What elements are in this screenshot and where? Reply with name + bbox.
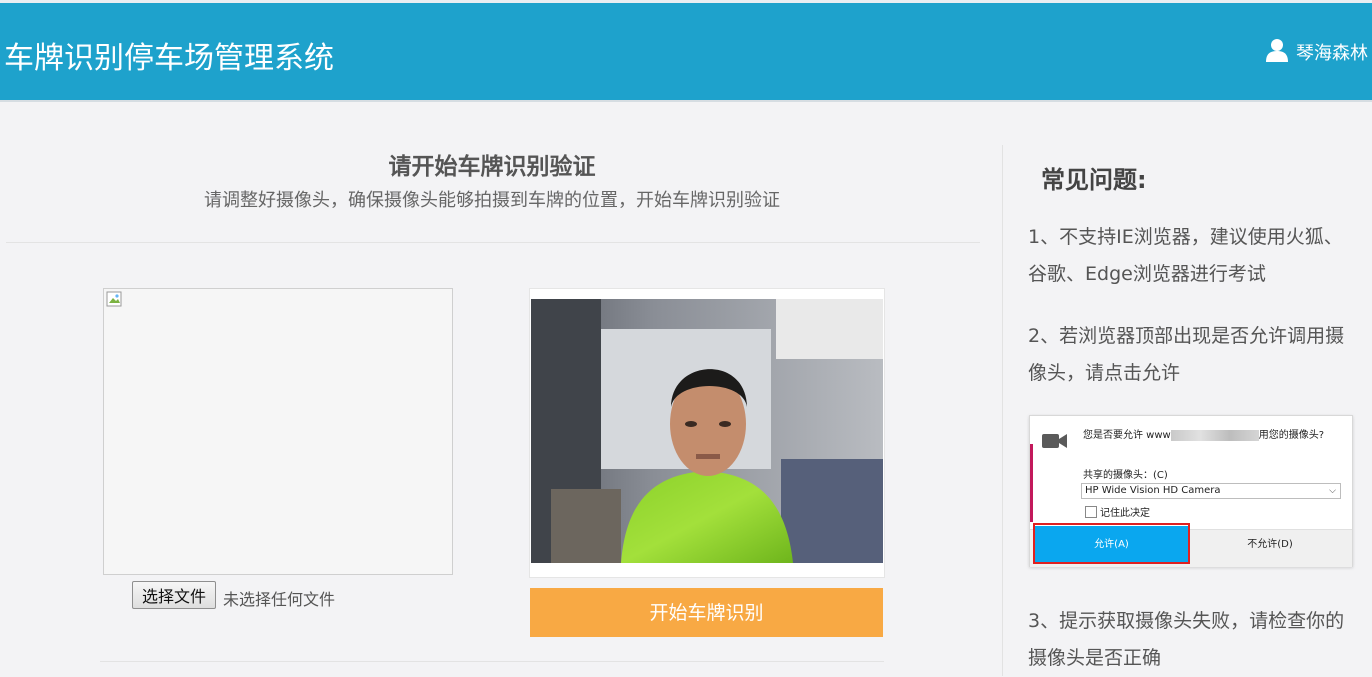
dialog-share-label: 共享的摄像头：(C)	[1083, 470, 1168, 481]
blurred-url	[1170, 429, 1259, 441]
camera-video-feed	[531, 299, 883, 563]
user-menu[interactable]: 琴海森林	[1266, 38, 1368, 66]
user-name: 琴海森林	[1296, 43, 1368, 64]
dialog-question-suffix: 用您的摄像头?	[1258, 430, 1325, 441]
bottom-divider	[100, 661, 884, 662]
user-icon	[1266, 38, 1288, 66]
camera-option: HP Wide Vision HD Camera	[1085, 485, 1221, 496]
dialog-question-prefix: 您是否要允许 www	[1083, 430, 1171, 441]
faq-title: 常见问题:	[1041, 166, 1147, 194]
allow-highlight-outline	[1033, 523, 1190, 564]
camera-preview-frame	[529, 288, 885, 578]
page-heading: 请开始车牌识别验证	[388, 154, 596, 180]
dialog-question: 您是否要允许 www 用您的摄像头?	[1083, 429, 1343, 443]
app-title: 车牌识别停车场管理系统	[4, 41, 334, 76]
image-preview	[103, 288, 453, 575]
faq-item-3: 3、提示获取摄像头失败，请检查你的摄像头是否正确	[1028, 610, 1345, 669]
checkbox-icon	[1085, 505, 1097, 518]
remember-checkbox[interactable]: 记住此决定	[1085, 504, 1150, 519]
chevron-down-icon: ⌵	[1329, 486, 1336, 496]
file-status-text: 未选择任何文件	[223, 590, 336, 609]
header-divider	[0, 100, 1372, 102]
broken-image-icon	[106, 291, 124, 309]
sidebar-divider	[1002, 145, 1003, 676]
app-header: 车牌识别停车场管理系统 琴海森林	[0, 3, 1372, 100]
heading-divider	[6, 242, 980, 243]
deny-button[interactable]: 不允许(D)	[1195, 526, 1345, 564]
faq-item-2: 2、若浏览器顶部出现是否允许调用摄像头，请点击允许	[1028, 325, 1345, 384]
remember-label: 记住此决定	[1100, 508, 1150, 519]
start-recognition-button[interactable]: 开始车牌识别	[530, 588, 883, 637]
faq-item-1: 1、不支持IE浏览器，建议使用火狐、谷歌、Edge浏览器进行考试	[1028, 226, 1343, 285]
camera-select[interactable]: HP Wide Vision HD Camera ⌵	[1081, 483, 1341, 499]
dialog-accent-bar	[1030, 444, 1033, 522]
choose-file-button[interactable]: 选择文件	[132, 581, 216, 609]
video-camera-icon	[1042, 432, 1068, 454]
page-subheading: 请调整好摄像头，确保摄像头能够拍摄到车牌的位置，开始车牌识别验证	[204, 190, 780, 211]
camera-permission-screenshot: 您是否要允许 www 用您的摄像头? 共享的摄像头：(C) HP Wide Vis…	[1029, 415, 1353, 567]
